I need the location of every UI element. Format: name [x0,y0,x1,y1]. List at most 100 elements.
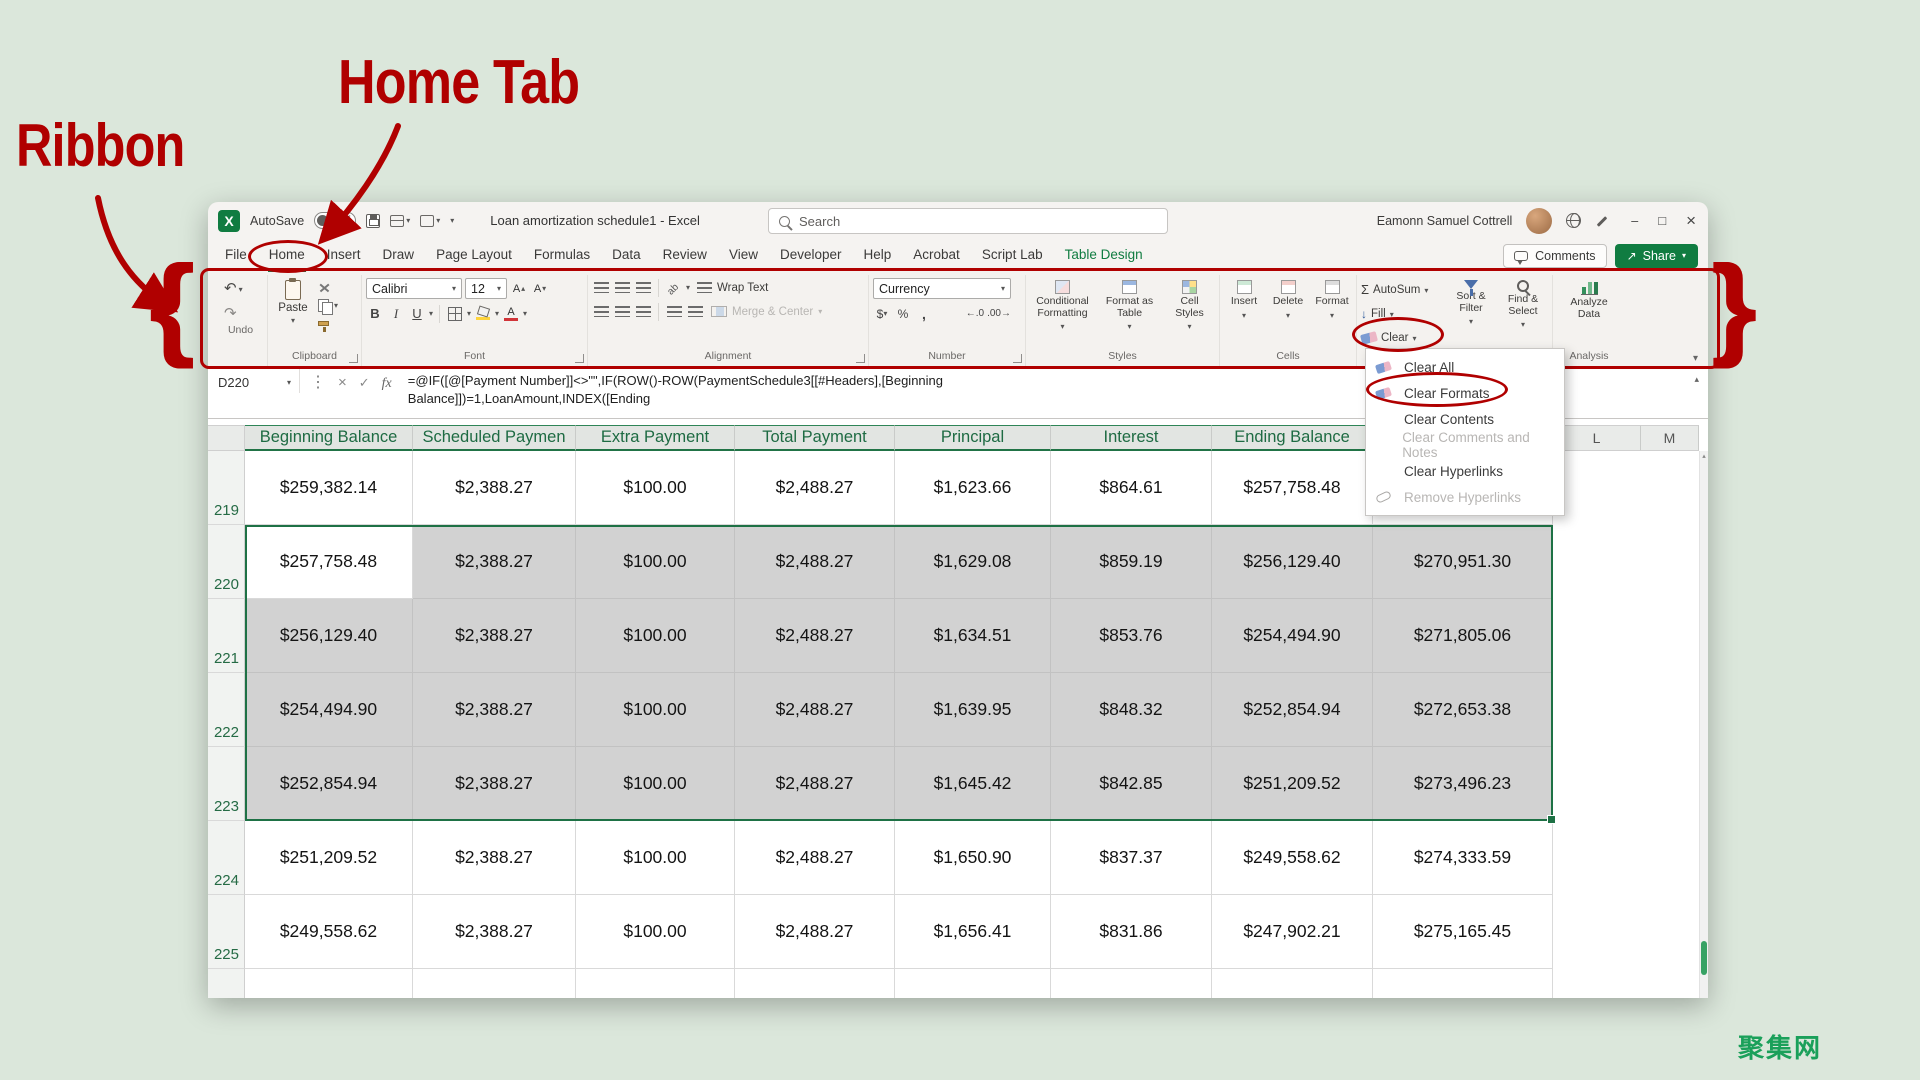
cell-223-3[interactable]: $2,488.27 [735,747,895,821]
menu-tab-file[interactable]: File [214,239,258,272]
cell-partial-1[interactable] [413,969,576,998]
cell-220-6[interactable]: $256,129.40 [1212,525,1373,599]
cell-partial-5[interactable] [1051,969,1212,998]
menu-tab-developer[interactable]: Developer [769,239,853,272]
insert-cells-button[interactable]: Insert [1224,278,1264,321]
font-family-select[interactable]: Calibri [366,278,462,299]
cell-223-6[interactable]: $251,209.52 [1212,747,1373,821]
column-letter-l[interactable]: L [1553,425,1641,451]
align-bottom-button[interactable] [634,278,652,297]
decrease-decimal-button[interactable] [987,304,1011,323]
cell-222-4[interactable]: $1,639.95 [895,673,1051,747]
cell-225-0[interactable]: $249,558.62 [245,895,413,969]
cell-224-4[interactable]: $1,650.90 [895,821,1051,895]
cell-222-6[interactable]: $252,854.94 [1212,673,1373,747]
menu-tab-formulas[interactable]: Formulas [523,239,601,272]
qat-icon-1[interactable] [390,215,410,227]
menu-tab-home[interactable]: Home [258,239,316,272]
cell-224-5[interactable]: $837.37 [1051,821,1212,895]
undo-button[interactable] [224,280,267,298]
cell-222-1[interactable]: $2,388.27 [413,673,576,747]
redo-button[interactable] [224,305,267,323]
clear-menu-item-clear-all[interactable]: Clear All [1366,354,1564,380]
cell-225-6[interactable]: $247,902.21 [1212,895,1373,969]
number-format-select[interactable]: Currency [873,278,1011,299]
comma-style-button[interactable] [915,304,933,323]
cell-222-7[interactable]: $272,653.38 [1373,673,1553,747]
cell-224-1[interactable]: $2,388.27 [413,821,576,895]
bold-button[interactable] [366,304,384,323]
qat-icon-2[interactable] [420,215,440,227]
cell-219-2[interactable]: $100.00 [576,451,735,525]
cell-221-3[interactable]: $2,488.27 [735,599,895,673]
italic-button[interactable] [387,304,405,323]
fill-color-button[interactable] [474,304,492,323]
maximize-button[interactable] [1658,214,1666,228]
menu-tab-draw[interactable]: Draw [372,239,426,272]
cell-221-2[interactable]: $100.00 [576,599,735,673]
font-size-select[interactable]: 12 [465,278,507,299]
decrease-indent-button[interactable] [665,302,683,321]
cell-225-7[interactable]: $275,165.45 [1373,895,1553,969]
cell-styles-button[interactable]: Cell Styles [1166,278,1214,333]
cell-partial-2[interactable] [576,969,735,998]
cell-222-0[interactable]: $254,494.90 [245,673,413,747]
cell-outside[interactable] [1641,821,1699,895]
cell-221-6[interactable]: $254,494.90 [1212,599,1373,673]
cell-partial-4[interactable] [895,969,1051,998]
menu-tab-table-design[interactable]: Table Design [1054,239,1154,272]
analyze-data-button[interactable]: Analyze Data [1559,278,1619,320]
align-center-button[interactable] [613,302,631,321]
align-middle-button[interactable] [613,278,631,297]
accounting-format-button[interactable] [873,304,891,323]
name-box[interactable]: D220 [208,367,300,393]
vertical-scrollbar[interactable] [1699,451,1708,998]
menu-tab-script-lab[interactable]: Script Lab [971,239,1054,272]
row-header-224[interactable]: 224 [208,821,245,895]
collapse-formula-bar-icon[interactable] [1694,374,1699,384]
cell-224-0[interactable]: $251,209.52 [245,821,413,895]
cell-221-0[interactable]: $256,129.40 [245,599,413,673]
cell-outside[interactable] [1641,599,1699,673]
cell-outside[interactable] [1553,895,1641,969]
find-select-button[interactable]: Find & Select [1499,278,1547,331]
align-right-button[interactable] [634,302,652,321]
cell-225-4[interactable]: $1,656.41 [895,895,1051,969]
font-color-button[interactable]: A [502,304,520,323]
cell-outside[interactable] [1553,747,1641,821]
table-header-principal[interactable]: Principal [895,425,1051,451]
cell-223-1[interactable]: $2,388.27 [413,747,576,821]
sort-filter-button[interactable]: Sort & Filter [1447,278,1495,328]
cell-224-6[interactable]: $249,558.62 [1212,821,1373,895]
increase-font-button[interactable]: A▴ [510,279,528,298]
cell-outside[interactable] [1553,673,1641,747]
cell-220-1[interactable]: $2,388.27 [413,525,576,599]
autosum-button[interactable]: AutoSum [1361,281,1443,299]
cell-220-7[interactable]: $270,951.30 [1373,525,1553,599]
format-painter-button[interactable] [318,317,338,330]
cell-219-3[interactable]: $2,488.27 [735,451,895,525]
table-header-beginning-balance[interactable]: Beginning Balance [245,425,413,451]
column-letter-m[interactable]: M [1641,425,1699,451]
excel-app-icon[interactable]: X [218,210,240,232]
row-header-220[interactable]: 220 [208,525,245,599]
table-header-extra-payment[interactable]: Extra Payment [576,425,735,451]
cell-219-5[interactable]: $864.61 [1051,451,1212,525]
cell-223-2[interactable]: $100.00 [576,747,735,821]
format-as-table-button[interactable]: Format as Table [1101,278,1159,333]
underline-button[interactable] [408,304,426,323]
enter-icon[interactable] [359,374,370,392]
clear-button[interactable]: Clear [1361,329,1443,347]
cell-219-6[interactable]: $257,758.48 [1212,451,1373,525]
format-cells-button[interactable]: Format [1312,278,1352,321]
fill-button[interactable]: Fill [1361,305,1443,323]
cell-220-0[interactable]: $257,758.48 [245,525,413,599]
minimize-button[interactable] [1631,214,1638,228]
collapse-ribbon-icon[interactable] [1693,353,1698,364]
clipboard-dialog-launcher[interactable] [349,354,358,363]
menu-tab-data[interactable]: Data [601,239,652,272]
menu-tab-help[interactable]: Help [853,239,903,272]
table-header-ending-balance[interactable]: Ending Balance [1212,425,1373,451]
cell-223-0[interactable]: $252,854.94 [245,747,413,821]
cell-223-5[interactable]: $842.85 [1051,747,1212,821]
